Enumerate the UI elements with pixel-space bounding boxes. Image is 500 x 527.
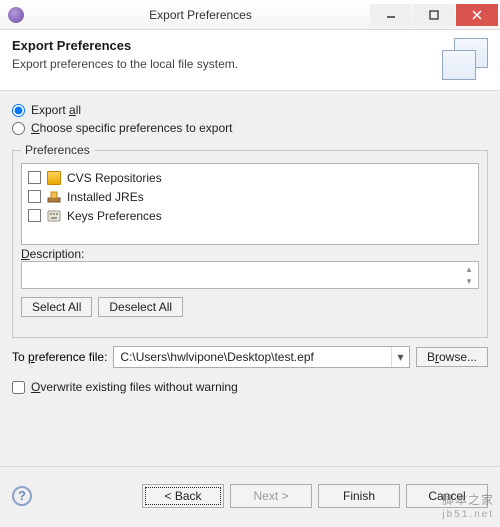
chevron-down-icon[interactable]: ▾ — [461, 275, 477, 287]
window-title: Export Preferences — [32, 8, 369, 22]
footer: ? < Back Next > Finish Cancel — [0, 466, 500, 524]
window-controls — [369, 4, 498, 26]
list-item[interactable]: CVS Repositories — [28, 168, 472, 187]
keys-icon — [47, 209, 61, 223]
chevron-up-icon[interactable]: ▴ — [461, 263, 477, 275]
radio-export-all[interactable]: Export all — [12, 103, 488, 117]
next-button: Next > — [230, 484, 312, 508]
list-item[interactable]: Keys Preferences — [28, 206, 472, 225]
overwrite-checkbox[interactable]: Overwrite existing files without warning — [12, 380, 488, 394]
back-button[interactable]: < Back — [142, 484, 224, 508]
minimize-button[interactable] — [370, 4, 412, 26]
description-spinner[interactable]: ▴ ▾ — [461, 263, 477, 287]
overwrite-checkbox-input[interactable] — [12, 381, 25, 394]
jre-icon — [47, 190, 61, 204]
dialog-body: Export all Choose specific preferences t… — [0, 91, 500, 527]
preferences-list[interactable]: CVS Repositories Installed JREs Keys Pre… — [21, 163, 479, 245]
file-input[interactable] — [114, 347, 391, 367]
radio-choose-specific[interactable]: Choose specific preferences to export — [12, 121, 488, 135]
close-button[interactable] — [456, 4, 498, 26]
banner-subtext: Export preferences to the local file sys… — [12, 57, 238, 71]
list-item-label: CVS Repositories — [67, 171, 162, 185]
list-item-label: Installed JREs — [67, 190, 144, 204]
chevron-down-icon[interactable]: ▾ — [391, 347, 409, 367]
checkbox[interactable] — [28, 209, 41, 222]
file-row: To preference file: ▾ Browse... — [12, 346, 488, 368]
maximize-button[interactable] — [413, 4, 455, 26]
radio-choose-specific-input[interactable] — [12, 122, 25, 135]
file-combo[interactable]: ▾ — [113, 346, 410, 368]
file-label: To preference file: — [12, 350, 107, 364]
banner-heading: Export Preferences — [12, 38, 238, 53]
list-item[interactable]: Installed JREs — [28, 187, 472, 206]
titlebar: Export Preferences — [0, 0, 500, 30]
checkbox[interactable] — [28, 190, 41, 203]
export-icon — [442, 38, 488, 80]
preferences-legend: Preferences — [21, 143, 94, 157]
checkbox[interactable] — [28, 171, 41, 184]
help-icon[interactable]: ? — [12, 486, 32, 506]
cancel-button[interactable]: Cancel — [406, 484, 488, 508]
app-icon — [8, 7, 24, 23]
select-all-button[interactable]: Select All — [21, 297, 92, 317]
deselect-all-button[interactable]: Deselect All — [98, 297, 183, 317]
description-box[interactable]: ▴ ▾ — [21, 261, 479, 289]
list-item-label: Keys Preferences — [67, 209, 162, 223]
browse-button[interactable]: Browse... — [416, 347, 488, 367]
finish-button[interactable]: Finish — [318, 484, 400, 508]
banner: Export Preferences Export preferences to… — [0, 30, 500, 91]
preferences-group: Preferences CVS Repositories Installed J… — [12, 143, 488, 338]
radio-export-all-input[interactable] — [12, 104, 25, 117]
cvs-icon — [47, 171, 61, 185]
